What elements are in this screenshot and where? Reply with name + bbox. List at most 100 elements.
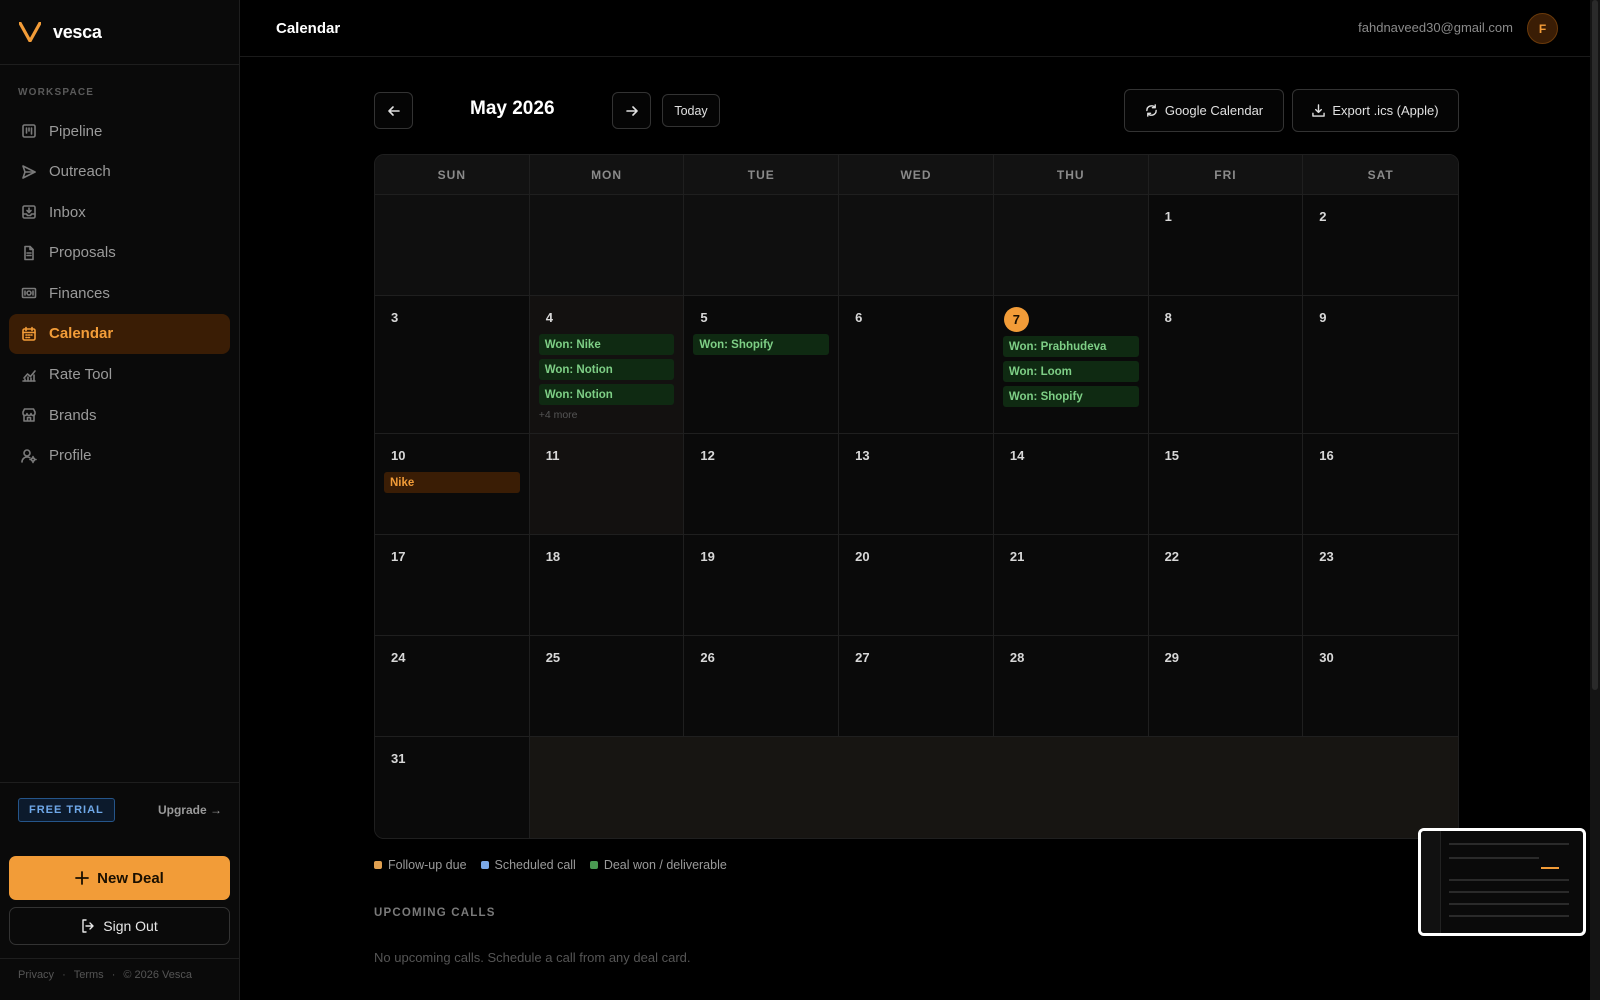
calendar-day-cell[interactable]: 4 Won: Nike Won: Notion Won: Notion +4 more xyxy=(529,296,685,434)
calendar-day-cell[interactable]: 20 xyxy=(839,535,994,636)
legend-swatch xyxy=(374,861,382,869)
upgrade-link[interactable]: Upgrade → xyxy=(158,803,222,817)
today-button[interactable]: Today xyxy=(662,94,720,127)
calendar-day-cell[interactable]: 24 xyxy=(375,636,530,737)
next-month-button[interactable] xyxy=(612,92,651,129)
screenshot-preview-thumbnail[interactable] xyxy=(1418,828,1586,936)
sidebar-item-proposals[interactable]: Proposals xyxy=(9,233,230,273)
calendar-day-cell[interactable]: 9 xyxy=(1303,296,1458,434)
day-number: 18 xyxy=(545,549,561,564)
sidebar-item-rate-tool[interactable]: Rate Tool xyxy=(9,355,230,395)
banknote-icon xyxy=(21,288,37,299)
calendar-cell-filler xyxy=(993,737,1149,838)
sign-out-button[interactable]: Sign Out xyxy=(9,907,230,945)
calendar-day-cell[interactable]: 6 xyxy=(839,296,994,434)
sidebar-item-finances[interactable]: Finances xyxy=(9,273,230,313)
thumbnail-line xyxy=(1449,891,1569,893)
vesca-logo-icon xyxy=(19,22,41,42)
calendar-cell-empty[interactable] xyxy=(529,195,685,296)
user-email: fahdnaveed30@gmail.com xyxy=(1358,20,1513,35)
calendar-day-cell[interactable]: 10 Nike xyxy=(375,434,530,535)
logout-icon xyxy=(82,919,94,933)
calendar-day-cell[interactable]: 23 xyxy=(1303,535,1458,636)
calendar-day-cell[interactable]: 19 xyxy=(684,535,840,636)
send-icon xyxy=(22,164,36,179)
sidebar-item-calendar[interactable]: Calendar xyxy=(9,313,230,354)
day-number: 9 xyxy=(1319,310,1327,325)
deal-won-event[interactable]: Won: Shopify xyxy=(693,334,830,355)
thumbnail-sidebar xyxy=(1421,831,1441,933)
deal-won-event[interactable]: Won: Shopify xyxy=(1002,386,1139,407)
calendar-day-cell[interactable]: 22 xyxy=(1148,535,1304,636)
calendar-day-cell[interactable]: 30 xyxy=(1303,636,1458,737)
day-number: 4 xyxy=(545,310,553,325)
avatar[interactable]: F xyxy=(1527,13,1558,44)
user-gear-icon xyxy=(21,448,37,464)
export-ics-button[interactable]: Export .ics (Apple) xyxy=(1292,89,1459,132)
new-deal-label: New Deal xyxy=(97,869,164,887)
deal-won-event[interactable]: Won: Nike xyxy=(538,334,675,355)
deal-won-event[interactable]: Won: Prabhudeva xyxy=(1002,336,1139,357)
legend-item: Deal won / deliverable xyxy=(589,858,727,872)
calendar-day-cell[interactable]: 1 xyxy=(1148,195,1304,296)
calendar-day-cell[interactable]: 14 xyxy=(993,434,1149,535)
new-deal-button[interactable]: New Deal xyxy=(9,856,230,900)
prev-month-button[interactable] xyxy=(374,92,413,129)
day-number: 28 xyxy=(1009,650,1025,665)
day-number: 15 xyxy=(1164,448,1180,463)
calendar-day-cell[interactable]: 21 xyxy=(993,535,1149,636)
calendar-day-cell[interactable]: 17 xyxy=(375,535,530,636)
sidebar-item-label: Rate Tool xyxy=(49,366,113,384)
deal-won-event[interactable]: Won: Notion xyxy=(538,359,675,380)
app-root: vesca WORKSPACE Pipeline Outreach Inbox Pro… xyxy=(0,0,1600,1000)
calendar-cell-empty[interactable] xyxy=(993,195,1149,296)
sidebar-item-outreach[interactable]: Outreach xyxy=(9,152,230,192)
google-calendar-button[interactable]: Google Calendar xyxy=(1124,89,1284,132)
calendar-day-cell[interactable]: 11 xyxy=(529,434,685,535)
deal-won-event[interactable]: Won: Loom xyxy=(1002,361,1139,382)
calendar-day-cell[interactable]: 2 xyxy=(1303,195,1458,296)
calendar-day-cell[interactable]: 28 xyxy=(993,636,1149,737)
thumbnail-line xyxy=(1449,915,1569,917)
section-label: WORKSPACE xyxy=(18,87,95,98)
day-number: 1 xyxy=(1164,209,1172,224)
calendar-cell-empty[interactable] xyxy=(839,195,994,296)
calendar-day-cell[interactable]: 12 xyxy=(684,434,840,535)
calendar-day-cell[interactable]: 29 xyxy=(1148,636,1304,737)
calendar-day-cell[interactable]: 25 xyxy=(529,636,685,737)
calendar-day-cell[interactable]: 8 xyxy=(1148,296,1304,434)
sidebar-item-inbox[interactable]: Inbox xyxy=(9,192,230,232)
sidebar-item-label: Finances xyxy=(49,284,110,302)
weekday-tue: TUE xyxy=(684,155,840,194)
followup-event[interactable]: Nike xyxy=(384,472,520,493)
terms-link[interactable]: Terms xyxy=(74,969,104,990)
day-number: 23 xyxy=(1319,549,1334,564)
calendar-day-cell[interactable]: 15 xyxy=(1148,434,1304,535)
calendar-cell-filler xyxy=(529,737,685,838)
sidebar-item-pipeline[interactable]: Pipeline xyxy=(9,111,230,151)
calendar-cell-empty[interactable] xyxy=(684,195,840,296)
sidebar-item-label: Outreach xyxy=(49,163,111,181)
calendar-day-cell[interactable]: 3 xyxy=(375,296,530,434)
legend-label: Follow-up due xyxy=(388,858,467,872)
brand[interactable]: vesca xyxy=(0,0,239,65)
calendar-day-cell[interactable]: 13 xyxy=(839,434,994,535)
calendar-cell-empty[interactable] xyxy=(375,195,530,296)
calendar-day-cell[interactable]: 18 xyxy=(529,535,685,636)
calendar-day-cell[interactable]: 27 xyxy=(839,636,994,737)
calendar-day-cell[interactable]: 16 xyxy=(1303,434,1458,535)
deal-won-event[interactable]: Won: Notion xyxy=(538,384,675,405)
inbox-icon xyxy=(22,205,36,219)
calendar-day-cell[interactable]: 5 Won: Shopify xyxy=(684,296,840,434)
calendar-day-cell[interactable]: 31 xyxy=(375,737,530,838)
page-scrollbar[interactable] xyxy=(1590,0,1600,1000)
legend-item: Scheduled call xyxy=(480,858,576,872)
more-events-link[interactable]: +4 more xyxy=(539,409,675,421)
privacy-link[interactable]: Privacy xyxy=(18,969,54,990)
sidebar-item-brands[interactable]: Brands xyxy=(9,395,230,435)
calendar-cell-filler xyxy=(839,737,994,838)
scrollbar-thumb[interactable] xyxy=(1592,0,1598,690)
calendar-day-cell[interactable]: 26 xyxy=(684,636,840,737)
sidebar-item-profile[interactable]: Profile xyxy=(9,436,230,476)
calendar-day-cell[interactable]: 7 Won: Prabhudeva Won: Loom Won: Shopify xyxy=(993,296,1149,434)
